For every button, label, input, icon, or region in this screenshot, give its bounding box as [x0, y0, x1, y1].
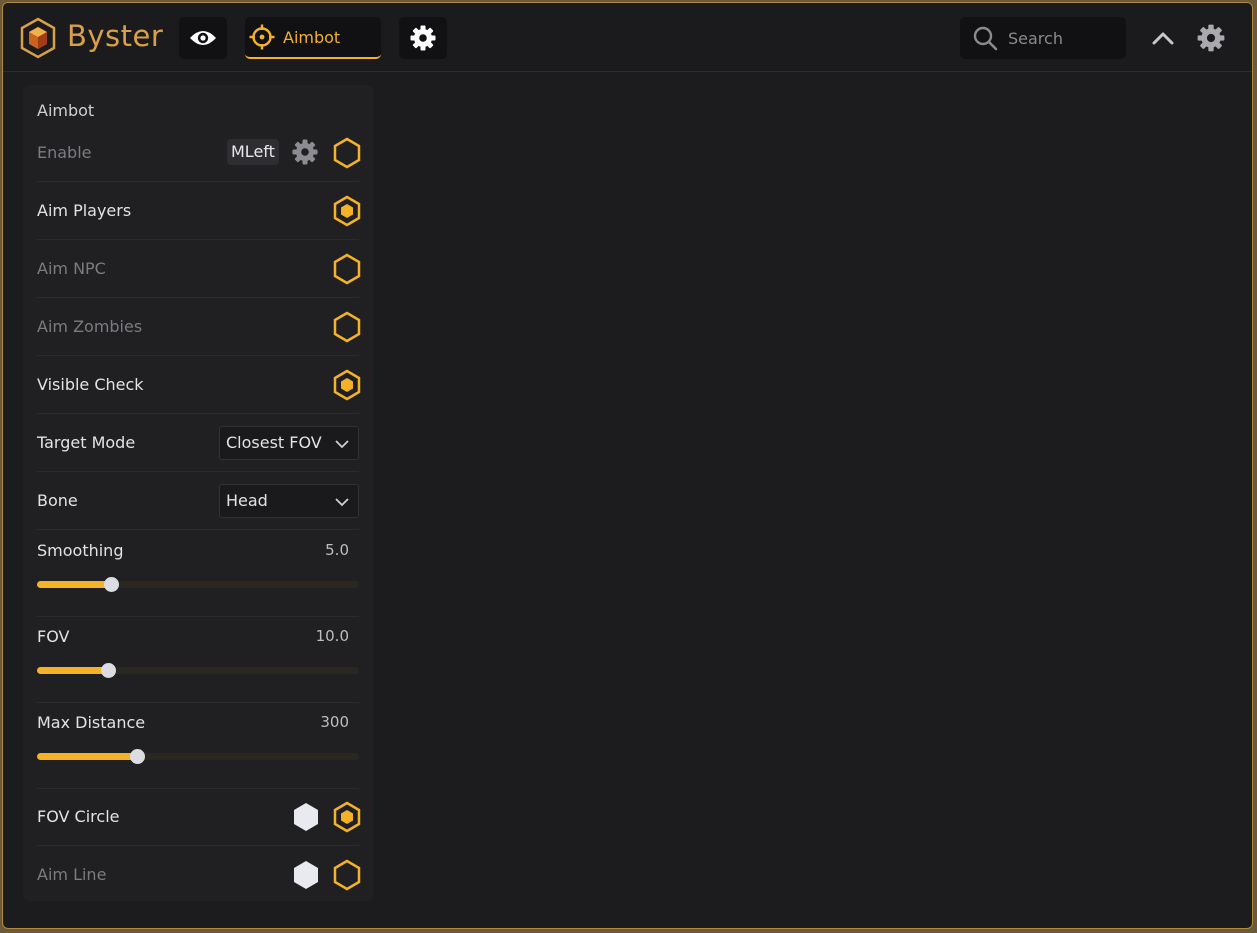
- gear-icon: [410, 25, 436, 51]
- chevron-down-icon: [335, 498, 349, 507]
- keybind-button[interactable]: MLeft: [227, 139, 279, 165]
- visible-check-row: Visible Check: [37, 357, 362, 414]
- enable-settings-gear-icon[interactable]: [291, 138, 319, 166]
- aimbot-panel: Aimbot Enable MLeft Aim Players Aim NPC …: [23, 85, 373, 901]
- fov-slider[interactable]: [37, 663, 359, 678]
- aim-line-color-swatch-icon[interactable]: [291, 859, 321, 891]
- aim-players-toggle-hex-icon[interactable]: [332, 195, 362, 227]
- bone-value: Head: [226, 491, 268, 510]
- visible-check-toggle-hex-icon[interactable]: [332, 369, 362, 401]
- search-input[interactable]: [1006, 27, 1120, 49]
- max-distance-value: 300: [320, 713, 349, 731]
- tab-visuals[interactable]: [179, 17, 227, 59]
- fov-circle-row: FOV Circle: [37, 789, 362, 846]
- aim-npc-toggle-hex-icon[interactable]: [332, 253, 362, 285]
- visible-check-label: Visible Check: [37, 375, 144, 394]
- chevron-down-icon: [335, 440, 349, 449]
- aim-players-row: Aim Players: [37, 183, 362, 240]
- fov-label: FOV: [37, 627, 70, 646]
- aim-zombies-toggle-hex-icon[interactable]: [332, 311, 362, 343]
- aim-line-toggle-hex-icon[interactable]: [332, 859, 362, 891]
- smoothing-label: Smoothing: [37, 541, 124, 560]
- tab-aimbot-label: Aimbot: [283, 27, 341, 47]
- fov-circle-toggle-hex-icon[interactable]: [332, 801, 362, 833]
- smoothing-slider-row: Smoothing 5.0: [37, 531, 359, 617]
- slider-fill: [37, 667, 108, 674]
- search-box[interactable]: [960, 17, 1126, 59]
- slider-fill: [37, 581, 112, 588]
- title-bar: Byster Aimbot: [3, 3, 1252, 72]
- aim-npc-row: Aim NPC: [37, 241, 362, 298]
- aim-zombies-label: Aim Zombies: [37, 317, 143, 336]
- aim-npc-label: Aim NPC: [37, 259, 106, 278]
- enable-label: Enable: [37, 143, 92, 162]
- tab-aimbot[interactable]: Aimbot: [245, 17, 381, 59]
- tab-settings[interactable]: [399, 17, 447, 59]
- smoothing-slider[interactable]: [37, 577, 359, 592]
- target-mode-value: Closest FOV: [226, 433, 322, 452]
- eye-icon: [190, 31, 216, 45]
- target-mode-select[interactable]: Closest FOV: [219, 426, 359, 460]
- collapse-chevron-icon[interactable]: [1149, 25, 1177, 53]
- aim-line-row: Aim Line: [37, 847, 362, 904]
- target-mode-row: Target Mode Closest FOV: [37, 415, 359, 472]
- enable-row: Enable MLeft: [37, 125, 362, 182]
- fov-circle-label: FOV Circle: [37, 807, 120, 826]
- target-mode-label: Target Mode: [37, 433, 136, 452]
- settings-gear-icon[interactable]: [1196, 23, 1226, 53]
- fov-value: 10.0: [315, 627, 349, 645]
- max-distance-label: Max Distance: [37, 713, 146, 732]
- byster-logo-icon: [20, 17, 56, 59]
- app-name: Byster: [67, 19, 164, 53]
- slider-fill: [37, 753, 137, 760]
- max-distance-slider[interactable]: [37, 749, 359, 764]
- bone-select[interactable]: Head: [219, 484, 359, 518]
- fov-circle-color-swatch-icon[interactable]: [291, 801, 321, 833]
- menu-window: Byster Aimbot Search Aimbot Enable MLeft…: [2, 2, 1253, 929]
- enable-toggle-hex-icon[interactable]: [332, 137, 362, 169]
- crosshair-icon: [249, 24, 275, 50]
- aim-players-label: Aim Players: [37, 201, 132, 220]
- fov-slider-row: FOV 10.0: [37, 617, 359, 703]
- bone-label: Bone: [37, 491, 78, 510]
- aim-zombies-row: Aim Zombies: [37, 299, 362, 356]
- panel-title: Aimbot: [37, 101, 95, 120]
- aim-line-label: Aim Line: [37, 865, 107, 884]
- max-distance-slider-row: Max Distance 300: [37, 703, 359, 789]
- slider-thumb[interactable]: [129, 749, 145, 764]
- smoothing-value: 5.0: [325, 541, 349, 559]
- slider-thumb[interactable]: [100, 663, 116, 678]
- slider-thumb[interactable]: [104, 577, 120, 592]
- search-icon: [973, 26, 998, 51]
- bone-row: Bone Head: [37, 473, 359, 530]
